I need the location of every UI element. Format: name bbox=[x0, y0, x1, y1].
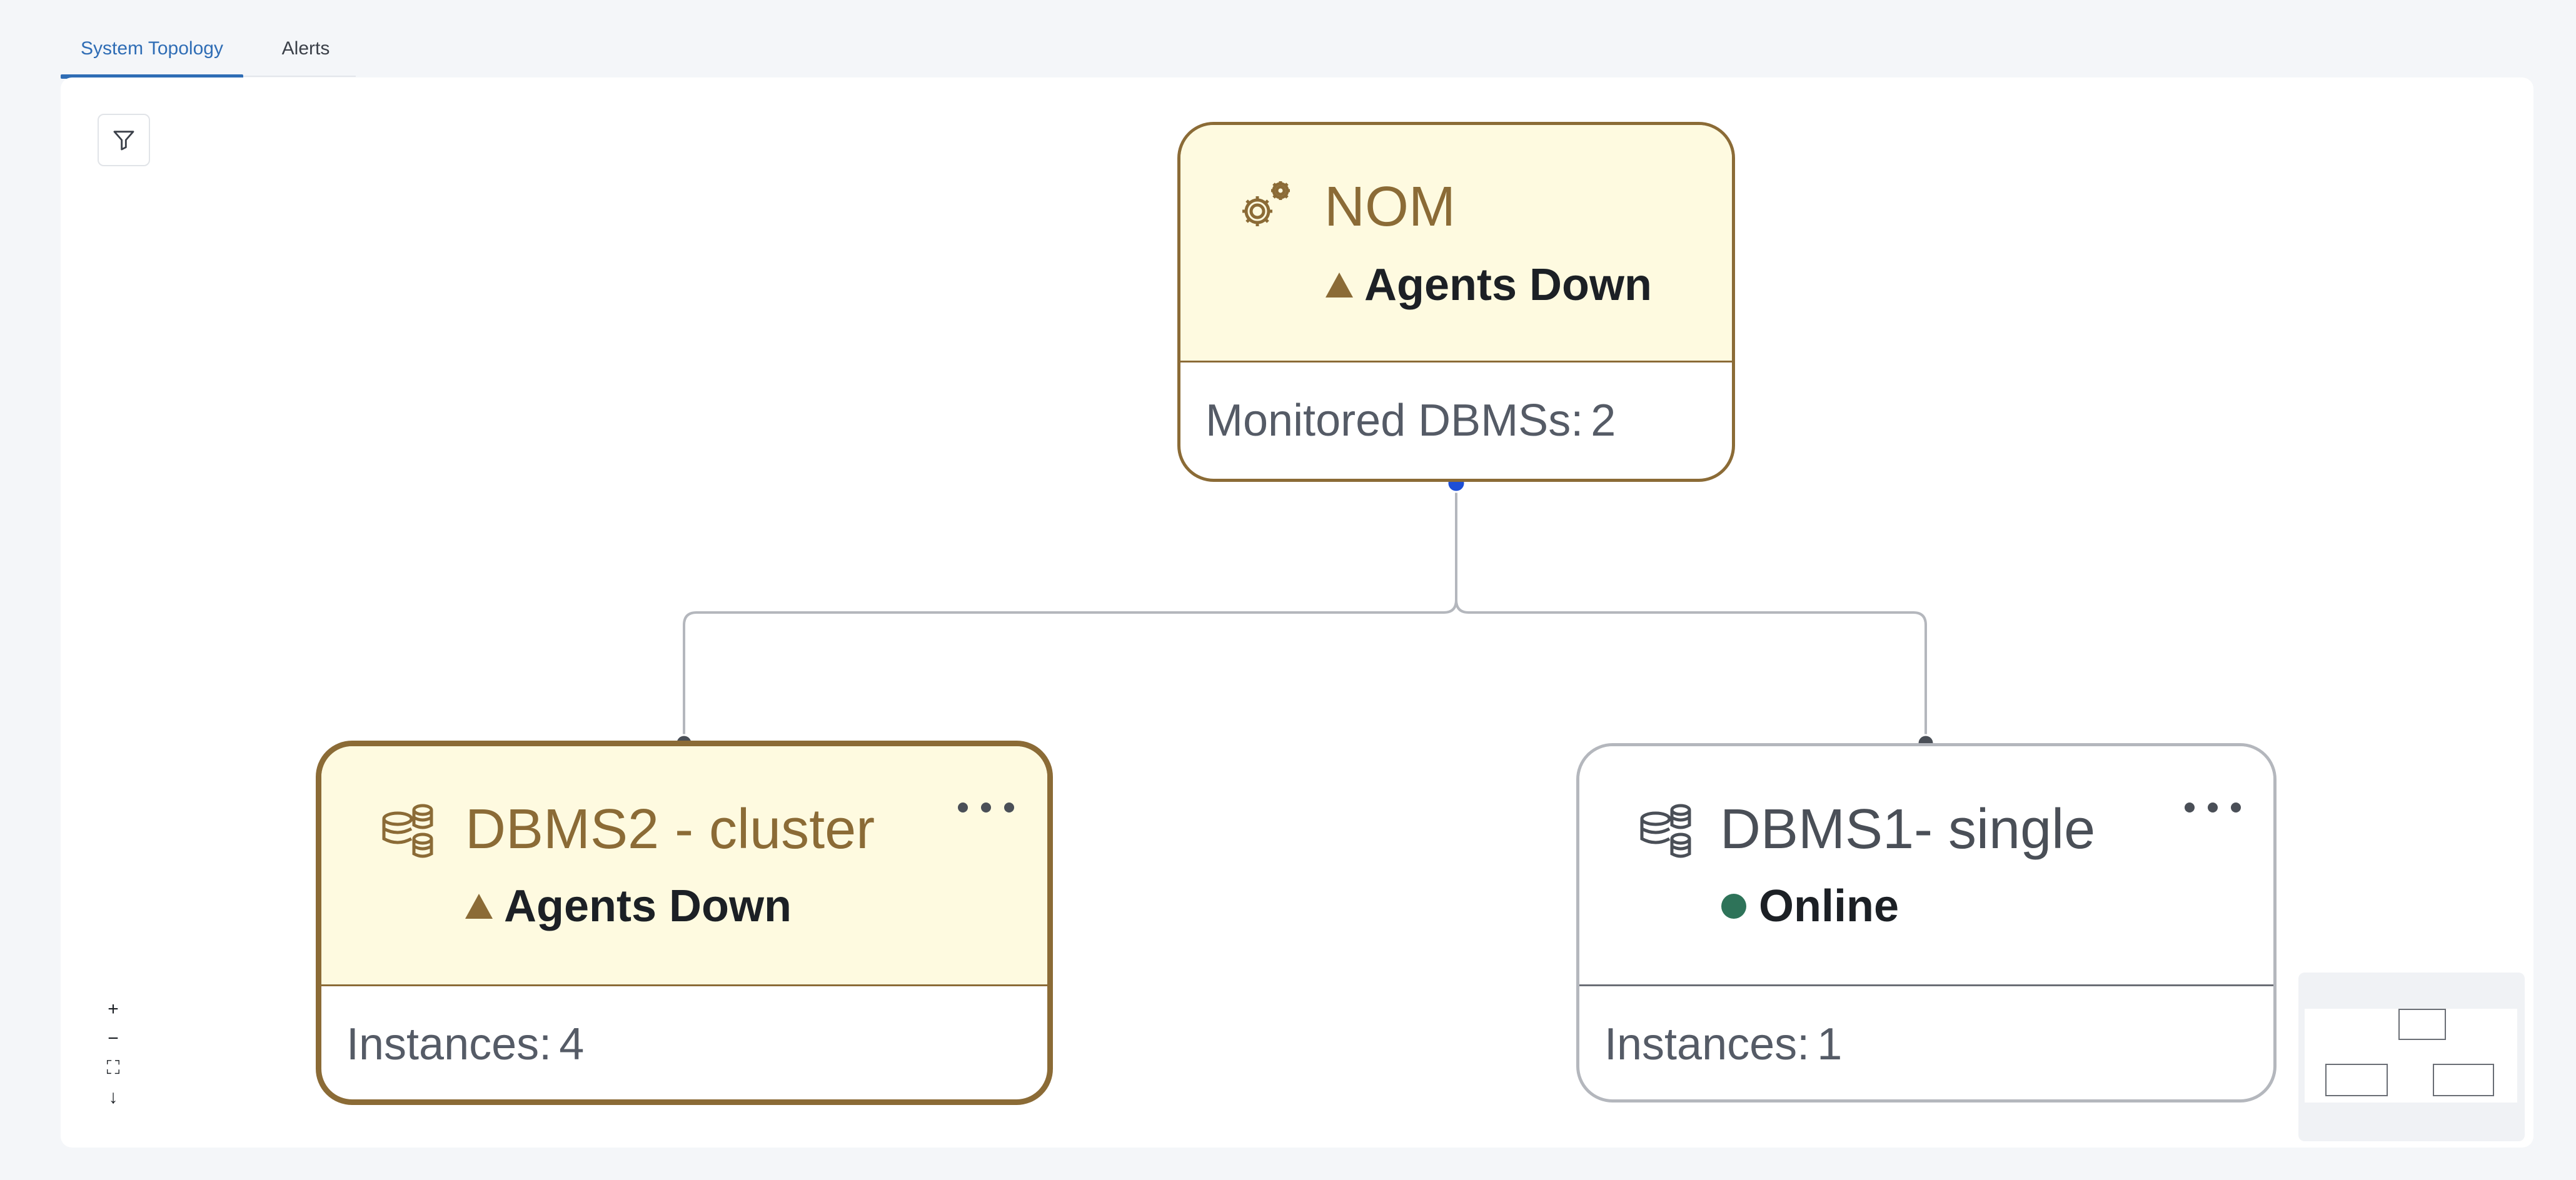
more-options-button[interactable] bbox=[958, 795, 1014, 820]
node-status: Online bbox=[1721, 881, 1899, 932]
database-cluster-icon bbox=[1640, 804, 1691, 858]
minimap-node-nom bbox=[2398, 1009, 2446, 1040]
node-detail: Monitored DBMSs: 2 bbox=[1180, 362, 1732, 446]
tab-alerts[interactable]: Alerts bbox=[243, 21, 368, 76]
tab-system-topology[interactable]: System Topology bbox=[61, 21, 243, 79]
filter-button[interactable] bbox=[98, 114, 150, 166]
node-detail: Instances: 1 bbox=[1579, 986, 2273, 1070]
node-dbms2[interactable]: DBMS2 - cluster Agents Down Instances: 4 bbox=[316, 741, 1053, 1105]
node-header: NOM Agents Down bbox=[1180, 125, 1732, 362]
detail-value: 1 bbox=[1817, 1019, 1843, 1069]
zoom-out-button[interactable]: − bbox=[100, 1024, 126, 1053]
node-header: DBMS1- single Online bbox=[1579, 746, 2273, 986]
more-dot bbox=[981, 802, 991, 812]
fit-view-button[interactable]: ⛶ bbox=[100, 1053, 126, 1082]
node-title: DBMS1- single bbox=[1720, 798, 2096, 861]
database-cluster-icon bbox=[382, 804, 433, 858]
detail-label: Instances: bbox=[1604, 1019, 1810, 1069]
detail-label: Monitored DBMSs: bbox=[1205, 396, 1584, 446]
status-label: Online bbox=[1759, 881, 1899, 931]
node-title: NOM bbox=[1324, 176, 1456, 238]
zoom-controls: + − ⛶ ↓ bbox=[100, 994, 126, 1113]
more-dot bbox=[1004, 802, 1014, 812]
more-dot bbox=[2185, 802, 2195, 812]
detail-value: 4 bbox=[559, 1019, 585, 1069]
node-detail: Instances: 4 bbox=[321, 986, 1047, 1070]
status-label: Agents Down bbox=[1364, 260, 1652, 310]
node-title: DBMS2 - cluster bbox=[465, 798, 875, 861]
more-options-button[interactable] bbox=[2185, 795, 2241, 820]
download-button[interactable]: ↓ bbox=[100, 1082, 126, 1112]
more-dot bbox=[2208, 802, 2218, 812]
node-status: Agents Down bbox=[1326, 259, 1652, 311]
warning-triangle-icon bbox=[1326, 272, 1353, 298]
tab-divider bbox=[243, 76, 356, 77]
node-status: Agents Down bbox=[465, 881, 792, 932]
gears-icon bbox=[1242, 181, 1290, 226]
minimap-viewport[interactable] bbox=[2305, 1009, 2517, 1102]
detail-value: 2 bbox=[1591, 396, 1616, 446]
status-label: Agents Down bbox=[504, 881, 792, 931]
node-dbms1[interactable]: DBMS1- single Online Instances: 1 bbox=[1576, 743, 2277, 1102]
node-nom[interactable]: NOM Agents Down Monitored DBMSs: 2 bbox=[1177, 122, 1735, 482]
warning-triangle-icon bbox=[465, 894, 493, 919]
minimap[interactable] bbox=[2298, 972, 2525, 1141]
detail-label: Instances: bbox=[346, 1019, 552, 1069]
minimap-node-dbms1 bbox=[2433, 1064, 2494, 1096]
more-dot bbox=[958, 802, 968, 812]
more-dot bbox=[2231, 802, 2241, 812]
zoom-in-button[interactable]: + bbox=[100, 994, 126, 1024]
online-dot-icon bbox=[1721, 894, 1746, 919]
tab-bar: System Topology Alerts bbox=[61, 21, 368, 79]
filter-icon bbox=[113, 131, 134, 151]
minimap-node-dbms2 bbox=[2325, 1064, 2388, 1096]
node-header: DBMS2 - cluster Agents Down bbox=[321, 746, 1047, 986]
